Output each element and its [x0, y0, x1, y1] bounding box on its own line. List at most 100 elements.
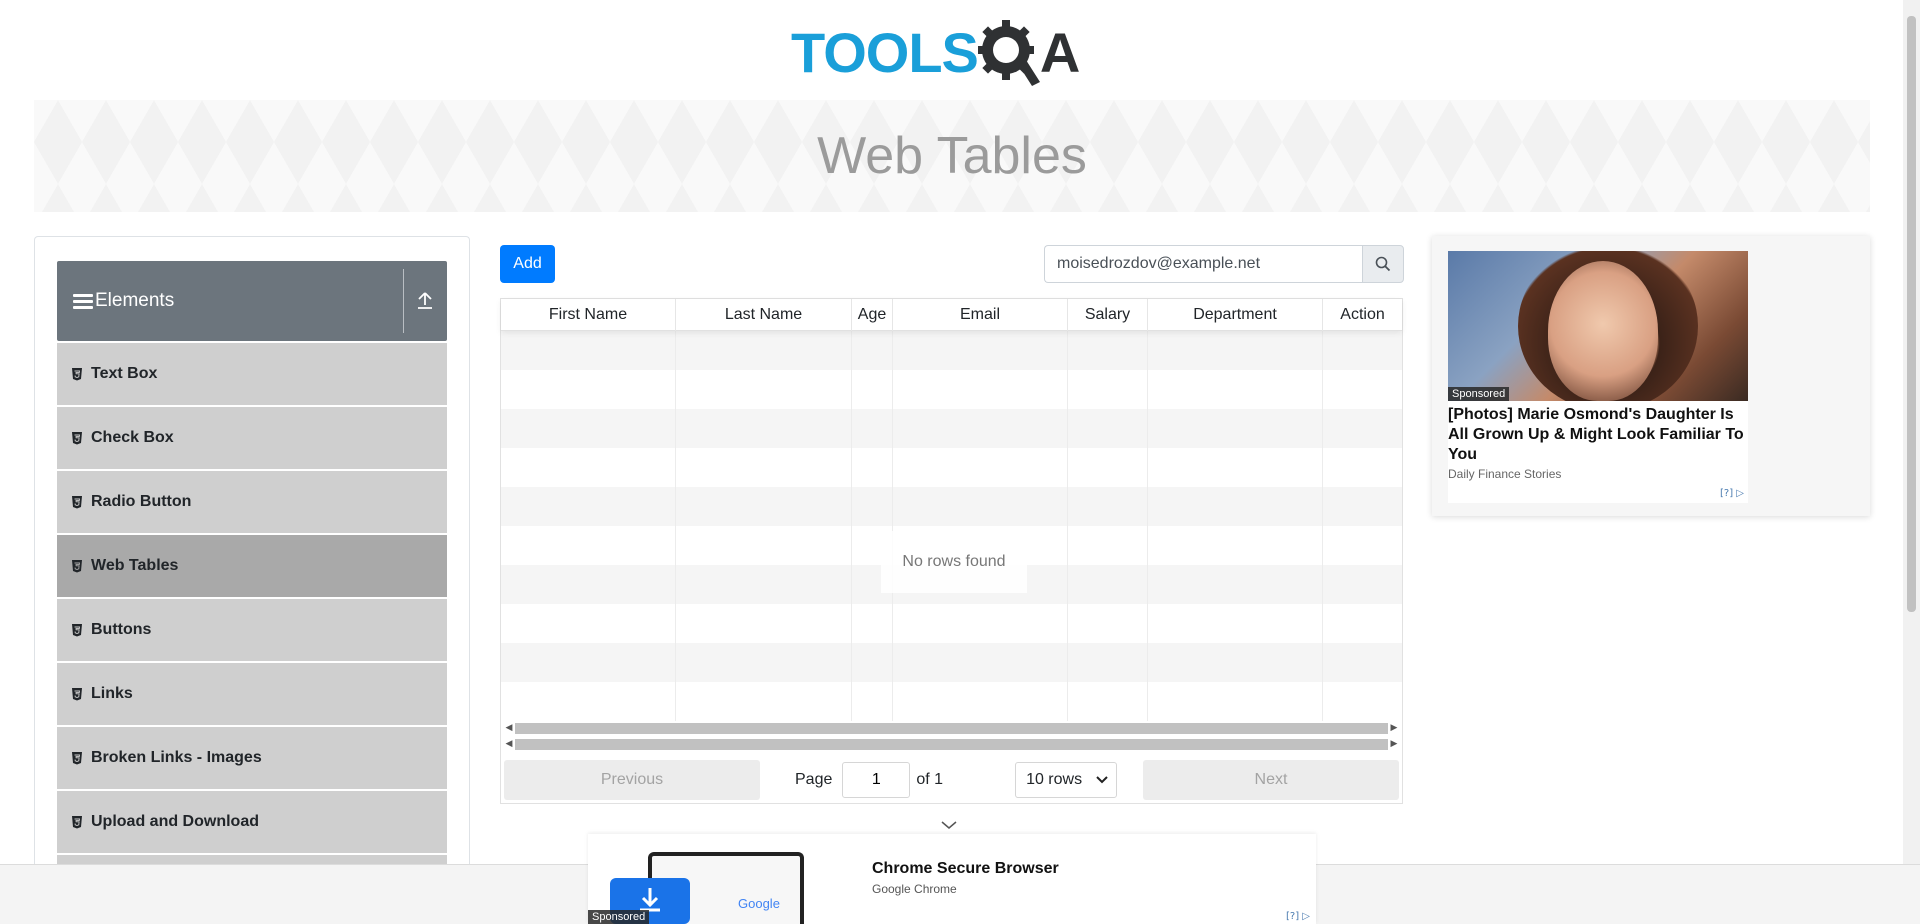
horizontal-scrollbar[interactable]: ◀ ▶	[503, 721, 1400, 735]
table-cell	[1068, 565, 1148, 604]
gear-q-icon	[977, 20, 1040, 86]
sidebar-item-broken-links[interactable]: Broken Links - Images	[57, 727, 447, 789]
table-cell	[1148, 565, 1323, 604]
page-banner: Web Tables	[34, 100, 1870, 212]
scrollbar-thumb[interactable]	[515, 738, 1388, 750]
next-button[interactable]: Next	[1143, 759, 1399, 800]
table-cell	[1148, 682, 1323, 721]
column-header-email[interactable]: Email	[893, 299, 1068, 331]
table-cell	[893, 448, 1068, 487]
table-cell	[1068, 604, 1148, 643]
table-cell	[1068, 331, 1148, 370]
table-cell	[1068, 682, 1148, 721]
scroll-left-icon[interactable]: ◀	[503, 739, 515, 749]
page-total: of 1	[916, 770, 944, 788]
logo-qa-text: A	[1039, 20, 1080, 84]
bottom-ad[interactable]: Google Sponsored Chrome Secure Browser G…	[588, 834, 1316, 924]
search-input[interactable]	[1044, 245, 1362, 283]
table-cell	[893, 370, 1068, 409]
page-scrollbar[interactable]	[1903, 0, 1920, 865]
sidebar-ad: Sponsored [Photos] Marie Osmond's Daught…	[1432, 236, 1870, 516]
sidebar-menu: Text Box Check Box Radio Button Web Tabl…	[57, 343, 447, 871]
table-cell	[676, 643, 852, 682]
table-cell	[501, 370, 676, 409]
table-cell	[893, 604, 1068, 643]
add-record-button[interactable]: Add	[500, 245, 555, 283]
table-cell	[676, 526, 852, 565]
ad-image[interactable]: Sponsored	[1448, 251, 1748, 401]
sidebar-item-text-box[interactable]: Text Box	[57, 343, 447, 405]
sidebar-item-upload-download[interactable]: Upload and Download	[57, 791, 447, 853]
web-table: First Name Last Name Age Email Salary De…	[500, 298, 1403, 804]
table-cell	[852, 604, 893, 643]
elements-group-header[interactable]: Elements	[57, 261, 447, 341]
table-cell	[1323, 487, 1402, 526]
table-cell	[893, 409, 1068, 448]
table-cell	[1323, 370, 1402, 409]
table-cell	[1068, 370, 1148, 409]
bottom-ad-headline[interactable]: Chrome Secure Browser	[872, 860, 1059, 878]
column-header-action[interactable]: Action	[1323, 299, 1402, 331]
scrollbar-thumb[interactable]	[515, 722, 1388, 734]
menu-burger-icon	[73, 291, 93, 312]
table-cell	[1148, 604, 1323, 643]
table-cell	[501, 565, 676, 604]
table-cell	[1148, 448, 1323, 487]
ad-source[interactable]: Daily Finance Stories	[1448, 467, 1748, 481]
adchoices-icon[interactable]: [?] ▷	[1286, 911, 1310, 922]
ad-card[interactable]: Sponsored [Photos] Marie Osmond's Daught…	[1448, 251, 1748, 503]
sidebar-item-links[interactable]: Links	[57, 663, 447, 725]
sidebar-item-label: Check Box	[91, 429, 174, 446]
table-cell	[1068, 487, 1148, 526]
column-header-department[interactable]: Department	[1148, 299, 1323, 331]
ad-headline[interactable]: [Photos] Marie Osmond's Daughter Is All …	[1448, 401, 1748, 465]
column-header-last-name[interactable]: Last Name	[676, 299, 852, 331]
page: TOOLS A Web Tables Elements Text Box Che…	[0, 0, 1920, 924]
previous-button[interactable]: Previous	[504, 759, 760, 800]
toolsqa-logo[interactable]: TOOLS A	[791, 14, 1080, 90]
table-cell	[501, 526, 676, 565]
sidebar-item-label: Buttons	[91, 621, 152, 638]
sidebar-item-web-tables[interactable]: Web Tables	[57, 535, 447, 597]
table-cell	[676, 370, 852, 409]
column-header-age[interactable]: Age	[852, 299, 893, 331]
table-cell	[852, 370, 893, 409]
sidebar-item-label: Web Tables	[91, 557, 179, 574]
table-row	[501, 604, 1402, 643]
search-button[interactable]	[1362, 245, 1404, 283]
html5-icon	[72, 688, 82, 701]
table-cell	[1148, 409, 1323, 448]
column-header-salary[interactable]: Salary	[1068, 299, 1148, 331]
logo-tools-text: TOOLS	[791, 20, 979, 84]
page-number-input[interactable]	[842, 761, 911, 798]
sidebar-item-radio-button[interactable]: Radio Button	[57, 471, 447, 533]
table-cell	[1323, 409, 1402, 448]
html5-icon	[72, 496, 82, 509]
sidebar-item-check-box[interactable]: Check Box	[57, 407, 447, 469]
empty-message: No rows found	[881, 531, 1027, 593]
table-cell	[852, 682, 893, 721]
table-cell	[1323, 448, 1402, 487]
ad-choice-label: [?]	[1286, 911, 1300, 922]
rows-per-page-select[interactable]: 10 rows	[1015, 761, 1118, 798]
bottom-ad-source[interactable]: Google Chrome	[872, 882, 957, 896]
scroll-left-icon[interactable]: ◀	[503, 723, 515, 733]
horizontal-scrollbar[interactable]: ◀ ▶	[503, 737, 1400, 751]
table-cell	[1323, 565, 1402, 604]
html5-icon	[72, 432, 82, 445]
adchoices-icon[interactable]: [?] ▷	[1720, 488, 1744, 499]
table-cell	[852, 409, 893, 448]
table-cell	[1068, 409, 1148, 448]
table-cell	[1068, 448, 1148, 487]
scroll-right-icon[interactable]: ▶	[1388, 723, 1400, 733]
sidebar-item-buttons[interactable]: Buttons	[57, 599, 447, 661]
scroll-right-icon[interactable]: ▶	[1388, 739, 1400, 749]
collapse-ad-chevron-icon[interactable]	[940, 818, 958, 832]
table-cell	[676, 565, 852, 604]
column-header-first-name[interactable]: First Name	[501, 299, 676, 331]
page-scrollbar-thumb[interactable]	[1907, 16, 1916, 612]
table-row	[501, 448, 1402, 487]
table-row	[501, 370, 1402, 409]
html5-icon	[72, 816, 82, 829]
collapse-up-icon[interactable]	[415, 289, 435, 311]
